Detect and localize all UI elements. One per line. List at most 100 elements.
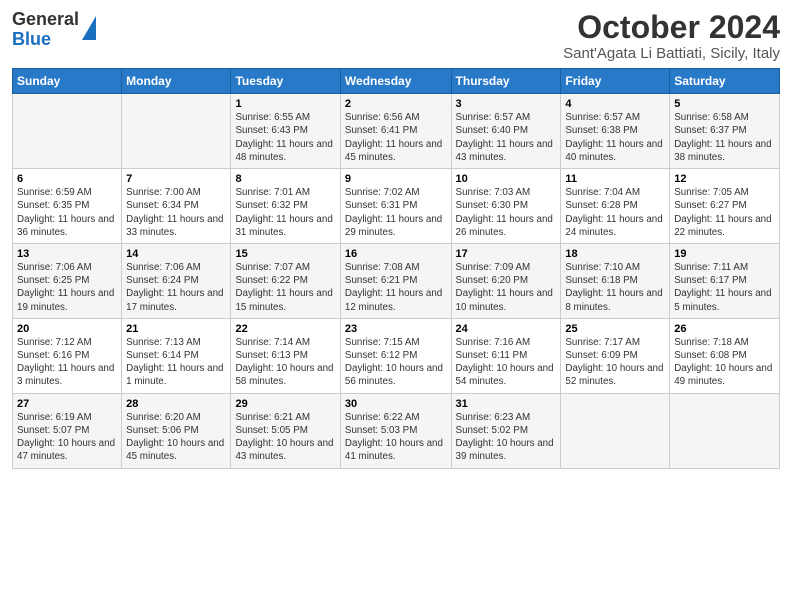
calendar-cell: 2Sunrise: 6:56 AM Sunset: 6:41 PM Daylig… (340, 94, 451, 169)
day-number: 23 (345, 323, 447, 335)
header-row: Sunday Monday Tuesday Wednesday Thursday… (13, 69, 780, 94)
day-info: Sunrise: 7:06 AM Sunset: 6:24 PM Dayligh… (126, 261, 226, 314)
calendar-cell: 22Sunrise: 7:14 AM Sunset: 6:13 PM Dayli… (231, 318, 340, 393)
calendar-cell: 25Sunrise: 7:17 AM Sunset: 6:09 PM Dayli… (561, 318, 670, 393)
calendar-body: 1Sunrise: 6:55 AM Sunset: 6:43 PM Daylig… (13, 94, 780, 468)
day-info: Sunrise: 6:55 AM Sunset: 6:43 PM Dayligh… (235, 111, 335, 164)
calendar-cell (13, 94, 122, 169)
calendar-cell: 12Sunrise: 7:05 AM Sunset: 6:27 PM Dayli… (670, 169, 780, 244)
day-info: Sunrise: 6:59 AM Sunset: 6:35 PM Dayligh… (17, 186, 117, 239)
calendar-table: Sunday Monday Tuesday Wednesday Thursday… (12, 68, 780, 468)
day-info: Sunrise: 7:02 AM Sunset: 6:31 PM Dayligh… (345, 186, 447, 239)
calendar-cell: 23Sunrise: 7:15 AM Sunset: 6:12 PM Dayli… (340, 318, 451, 393)
day-info: Sunrise: 6:23 AM Sunset: 5:02 PM Dayligh… (456, 411, 557, 464)
day-info: Sunrise: 7:07 AM Sunset: 6:22 PM Dayligh… (235, 261, 335, 314)
day-info: Sunrise: 6:56 AM Sunset: 6:41 PM Dayligh… (345, 111, 447, 164)
day-number: 16 (345, 248, 447, 260)
day-number: 13 (17, 248, 117, 260)
calendar-cell: 8Sunrise: 7:01 AM Sunset: 6:32 PM Daylig… (231, 169, 340, 244)
col-monday: Monday (122, 69, 231, 94)
calendar-cell (122, 94, 231, 169)
day-number: 5 (674, 98, 775, 110)
day-number: 29 (235, 398, 335, 410)
day-info: Sunrise: 7:13 AM Sunset: 6:14 PM Dayligh… (126, 336, 226, 389)
calendar-title: October 2024 (563, 10, 780, 45)
calendar-cell: 27Sunrise: 6:19 AM Sunset: 5:07 PM Dayli… (13, 393, 122, 468)
day-number: 22 (235, 323, 335, 335)
calendar-cell: 20Sunrise: 7:12 AM Sunset: 6:16 PM Dayli… (13, 318, 122, 393)
calendar-cell: 28Sunrise: 6:20 AM Sunset: 5:06 PM Dayli… (122, 393, 231, 468)
col-tuesday: Tuesday (231, 69, 340, 94)
logo: General Blue (12, 10, 96, 50)
day-number: 26 (674, 323, 775, 335)
day-info: Sunrise: 7:06 AM Sunset: 6:25 PM Dayligh… (17, 261, 117, 314)
day-number: 14 (126, 248, 226, 260)
day-info: Sunrise: 7:05 AM Sunset: 6:27 PM Dayligh… (674, 186, 775, 239)
day-info: Sunrise: 7:03 AM Sunset: 6:30 PM Dayligh… (456, 186, 557, 239)
logo-blue: Blue (12, 30, 79, 50)
calendar-cell: 5Sunrise: 6:58 AM Sunset: 6:37 PM Daylig… (670, 94, 780, 169)
calendar-cell: 10Sunrise: 7:03 AM Sunset: 6:30 PM Dayli… (451, 169, 561, 244)
day-number: 7 (126, 173, 226, 185)
day-info: Sunrise: 7:04 AM Sunset: 6:28 PM Dayligh… (565, 186, 665, 239)
calendar-cell: 11Sunrise: 7:04 AM Sunset: 6:28 PM Dayli… (561, 169, 670, 244)
day-number: 25 (565, 323, 665, 335)
day-number: 4 (565, 98, 665, 110)
col-wednesday: Wednesday (340, 69, 451, 94)
day-number: 19 (674, 248, 775, 260)
logo-general: General (12, 10, 79, 30)
day-number: 9 (345, 173, 447, 185)
calendar-week-4: 20Sunrise: 7:12 AM Sunset: 6:16 PM Dayli… (13, 318, 780, 393)
day-info: Sunrise: 7:11 AM Sunset: 6:17 PM Dayligh… (674, 261, 775, 314)
day-info: Sunrise: 6:57 AM Sunset: 6:38 PM Dayligh… (565, 111, 665, 164)
day-info: Sunrise: 6:21 AM Sunset: 5:05 PM Dayligh… (235, 411, 335, 464)
calendar-week-3: 13Sunrise: 7:06 AM Sunset: 6:25 PM Dayli… (13, 243, 780, 318)
day-number: 28 (126, 398, 226, 410)
calendar-cell: 31Sunrise: 6:23 AM Sunset: 5:02 PM Dayli… (451, 393, 561, 468)
calendar-cell: 29Sunrise: 6:21 AM Sunset: 5:05 PM Dayli… (231, 393, 340, 468)
calendar-cell (561, 393, 670, 468)
day-number: 1 (235, 98, 335, 110)
day-number: 3 (456, 98, 557, 110)
day-info: Sunrise: 7:00 AM Sunset: 6:34 PM Dayligh… (126, 186, 226, 239)
calendar-week-2: 6Sunrise: 6:59 AM Sunset: 6:35 PM Daylig… (13, 169, 780, 244)
day-info: Sunrise: 7:08 AM Sunset: 6:21 PM Dayligh… (345, 261, 447, 314)
day-number: 18 (565, 248, 665, 260)
day-info: Sunrise: 6:20 AM Sunset: 5:06 PM Dayligh… (126, 411, 226, 464)
day-info: Sunrise: 7:01 AM Sunset: 6:32 PM Dayligh… (235, 186, 335, 239)
day-number: 20 (17, 323, 117, 335)
col-friday: Friday (561, 69, 670, 94)
header: General Blue October 2024 Sant'Agata Li … (12, 10, 780, 62)
day-info: Sunrise: 7:16 AM Sunset: 6:11 PM Dayligh… (456, 336, 557, 389)
day-number: 11 (565, 173, 665, 185)
day-number: 27 (17, 398, 117, 410)
day-number: 17 (456, 248, 557, 260)
day-info: Sunrise: 7:15 AM Sunset: 6:12 PM Dayligh… (345, 336, 447, 389)
calendar-cell: 24Sunrise: 7:16 AM Sunset: 6:11 PM Dayli… (451, 318, 561, 393)
day-number: 8 (235, 173, 335, 185)
calendar-subtitle: Sant'Agata Li Battiati, Sicily, Italy (563, 45, 780, 62)
day-number: 12 (674, 173, 775, 185)
calendar-cell: 7Sunrise: 7:00 AM Sunset: 6:34 PM Daylig… (122, 169, 231, 244)
day-info: Sunrise: 7:18 AM Sunset: 6:08 PM Dayligh… (674, 336, 775, 389)
day-info: Sunrise: 7:14 AM Sunset: 6:13 PM Dayligh… (235, 336, 335, 389)
day-info: Sunrise: 7:12 AM Sunset: 6:16 PM Dayligh… (17, 336, 117, 389)
day-number: 30 (345, 398, 447, 410)
calendar-cell: 18Sunrise: 7:10 AM Sunset: 6:18 PM Dayli… (561, 243, 670, 318)
calendar-cell: 4Sunrise: 6:57 AM Sunset: 6:38 PM Daylig… (561, 94, 670, 169)
title-block: October 2024 Sant'Agata Li Battiati, Sic… (563, 10, 780, 62)
calendar-cell: 9Sunrise: 7:02 AM Sunset: 6:31 PM Daylig… (340, 169, 451, 244)
day-number: 6 (17, 173, 117, 185)
calendar-cell: 17Sunrise: 7:09 AM Sunset: 6:20 PM Dayli… (451, 243, 561, 318)
calendar-cell: 30Sunrise: 6:22 AM Sunset: 5:03 PM Dayli… (340, 393, 451, 468)
day-info: Sunrise: 6:57 AM Sunset: 6:40 PM Dayligh… (456, 111, 557, 164)
col-sunday: Sunday (13, 69, 122, 94)
calendar-week-1: 1Sunrise: 6:55 AM Sunset: 6:43 PM Daylig… (13, 94, 780, 169)
day-number: 10 (456, 173, 557, 185)
calendar-cell: 19Sunrise: 7:11 AM Sunset: 6:17 PM Dayli… (670, 243, 780, 318)
calendar-cell: 6Sunrise: 6:59 AM Sunset: 6:35 PM Daylig… (13, 169, 122, 244)
calendar-cell: 1Sunrise: 6:55 AM Sunset: 6:43 PM Daylig… (231, 94, 340, 169)
calendar-cell: 15Sunrise: 7:07 AM Sunset: 6:22 PM Dayli… (231, 243, 340, 318)
day-number: 31 (456, 398, 557, 410)
calendar-cell: 13Sunrise: 7:06 AM Sunset: 6:25 PM Dayli… (13, 243, 122, 318)
